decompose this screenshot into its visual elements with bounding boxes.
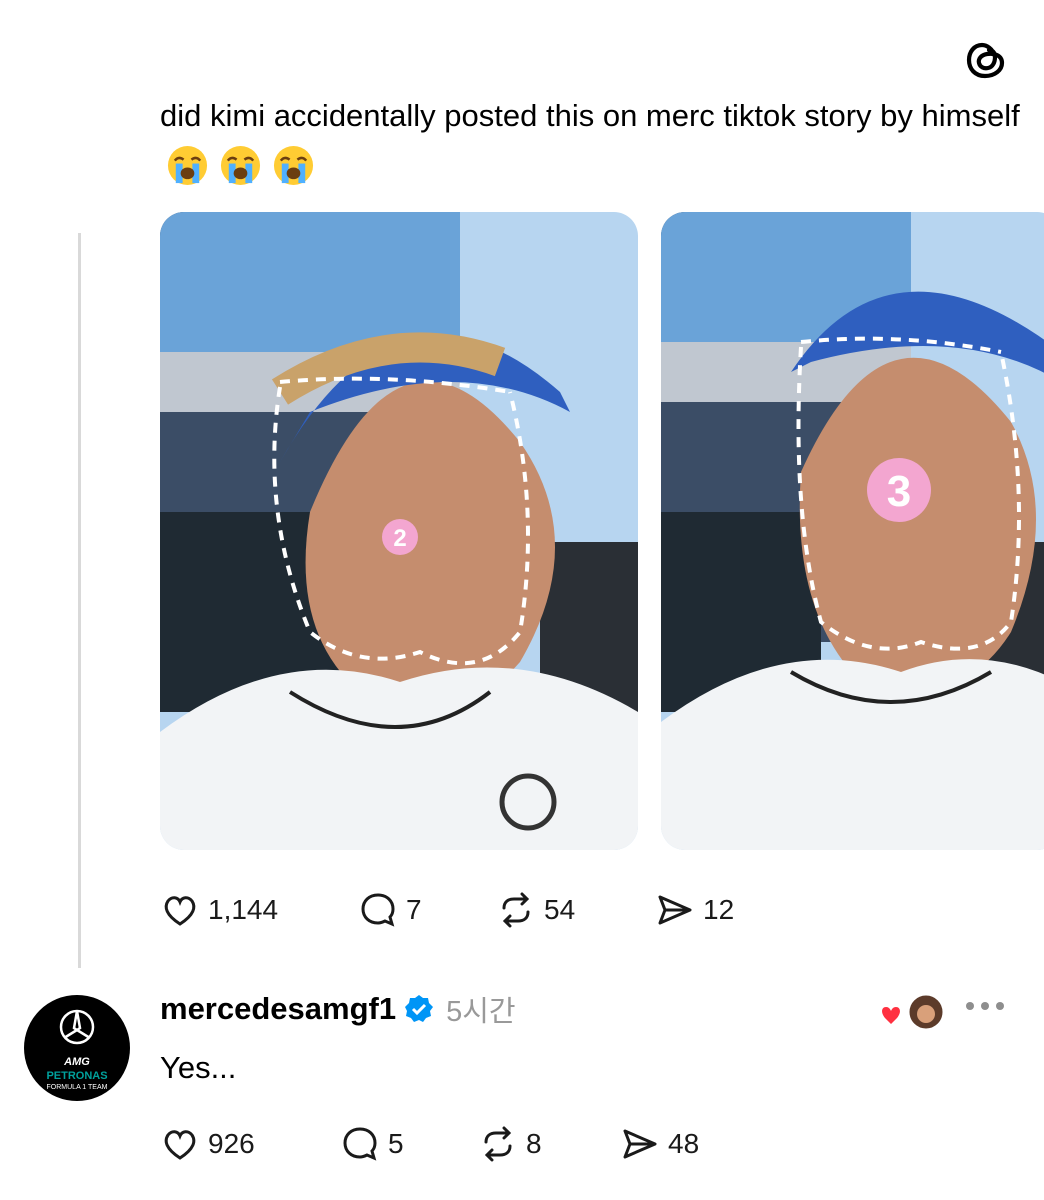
reply-count: 7 xyxy=(406,894,422,925)
like-button[interactable]: 926 xyxy=(160,1124,255,1164)
share-button[interactable]: 48 xyxy=(620,1124,699,1164)
loudly-crying-face-icon xyxy=(167,146,208,186)
reply-header: mercedesamgf1 5시간 xyxy=(160,988,516,1030)
repost-button[interactable]: 8 xyxy=(478,1124,542,1164)
emoji-group xyxy=(166,144,315,187)
username[interactable]: mercedesamgf1 xyxy=(160,991,396,1027)
reply-button[interactable]: 7 xyxy=(358,890,422,930)
share-count: 12 xyxy=(703,894,735,925)
avatar-amg: AMG xyxy=(63,1056,90,1068)
comment-icon xyxy=(361,893,395,927)
thread-connector-line xyxy=(78,233,81,968)
loudly-crying-face-icon xyxy=(273,146,314,186)
share-icon xyxy=(658,895,692,925)
post-action-bar: 1,144 7 54 12 xyxy=(160,890,860,934)
more-dot xyxy=(996,1002,1004,1010)
loudly-crying-face-icon xyxy=(220,146,261,186)
reply-button[interactable]: 5 xyxy=(340,1124,404,1164)
verified-icon xyxy=(405,995,434,1022)
share-button[interactable]: 12 xyxy=(655,890,734,930)
more-dot xyxy=(966,1002,974,1010)
reply-count: 5 xyxy=(388,1128,404,1159)
post-image-1[interactable]: 2 xyxy=(160,212,638,850)
reply-text: Yes... xyxy=(160,1050,237,1085)
liked-by-icon[interactable] xyxy=(880,990,950,1038)
like-button[interactable]: 1,144 xyxy=(160,890,278,930)
reply-action-bar: 926 5 8 48 xyxy=(160,1124,860,1168)
sticker-3: 3 xyxy=(887,467,911,516)
post-text: did kimi accidentally posted this on mer… xyxy=(160,92,1020,188)
post-image-2[interactable]: 3 xyxy=(661,212,1044,850)
repost-icon xyxy=(484,1126,512,1162)
heart-icon xyxy=(164,896,196,926)
avatar[interactable]: AMG PETRONAS FORMULA 1 TEAM xyxy=(24,995,130,1101)
more-dot xyxy=(981,1002,989,1010)
avatar-petronas: PETRONAS xyxy=(46,1070,107,1082)
repost-count: 8 xyxy=(526,1128,542,1159)
repost-icon xyxy=(502,892,530,928)
post-body: did kimi accidentally posted this on mer… xyxy=(160,98,1020,133)
timestamp: 5시간 xyxy=(446,996,516,1028)
more-button[interactable] xyxy=(966,1002,1004,1010)
sticker-2: 2 xyxy=(393,525,406,552)
like-count: 1,144 xyxy=(208,894,279,925)
share-icon xyxy=(623,1129,657,1159)
threads-logo-icon[interactable] xyxy=(962,36,1010,84)
comment-icon xyxy=(343,1127,377,1161)
avatar-team: FORMULA 1 TEAM xyxy=(47,1084,108,1091)
share-count: 48 xyxy=(668,1128,700,1159)
heart-icon xyxy=(164,1130,196,1160)
repost-button[interactable]: 54 xyxy=(496,890,575,930)
repost-count: 54 xyxy=(544,894,576,925)
like-count: 926 xyxy=(208,1128,255,1159)
